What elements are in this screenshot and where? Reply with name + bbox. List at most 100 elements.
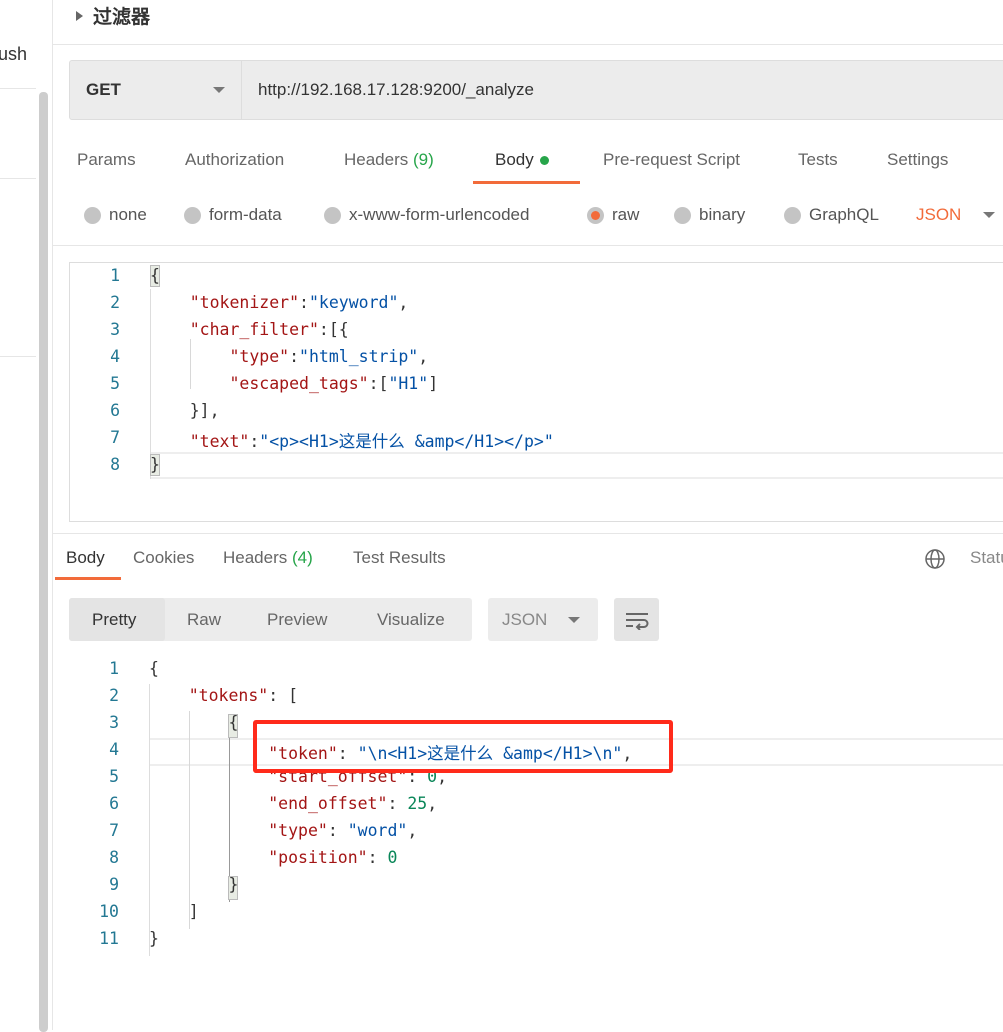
- sidebar-item[interactable]: [0, 270, 36, 357]
- tab-params[interactable]: Params: [77, 150, 136, 170]
- json-punctuation: {: [150, 266, 160, 285]
- chevron-down-icon: [213, 87, 225, 93]
- json-punctuation: }],: [150, 401, 220, 420]
- tab-response-body[interactable]: Body: [66, 548, 105, 568]
- code-line: {: [150, 266, 160, 285]
- radio-circle-icon: [674, 206, 691, 224]
- json-punctuation: [149, 686, 189, 705]
- response-format-select[interactable]: JSON: [488, 598, 598, 641]
- radio-label: none: [109, 205, 147, 224]
- request-body-editor[interactable]: 1{2 "tokenizer":"keyword", 3 "char_filter…: [69, 262, 1003, 522]
- line-number: 8: [110, 455, 120, 474]
- tab-settings[interactable]: Settings: [887, 150, 948, 170]
- json-punctuation: [149, 767, 268, 786]
- request-tabs: Params Authorization Headers (9) Body Pr…: [0, 150, 1003, 186]
- line-number: 7: [109, 821, 119, 840]
- url-input[interactable]: http://192.168.17.128:9200/_analyze: [242, 61, 534, 119]
- view-preview[interactable]: Preview: [267, 610, 327, 630]
- json-key: "text": [189, 432, 250, 451]
- radio-circle-icon: [184, 206, 201, 224]
- view-raw[interactable]: Raw: [187, 610, 221, 630]
- code-line: }: [150, 455, 160, 474]
- format-select[interactable]: JSON: [916, 205, 996, 225]
- tab-headers[interactable]: Headers (9): [344, 150, 434, 170]
- json-punctuation: ,: [407, 821, 418, 840]
- json-punctuation: :: [367, 848, 388, 867]
- code-line: "type": "word",: [149, 821, 417, 840]
- method-select[interactable]: GET: [70, 61, 242, 119]
- json-punctuation: :[: [368, 374, 389, 393]
- json-punctuation: :: [249, 432, 260, 451]
- json-punctuation: [149, 848, 268, 867]
- divider: [52, 533, 1003, 534]
- json-string: "word": [347, 821, 408, 840]
- radio-label: binary: [699, 205, 746, 224]
- json-key: "position": [268, 848, 368, 867]
- code-line: "text":"<p><H1>这是什么 &amp</H1></p>": [150, 428, 554, 452]
- divider: [52, 245, 1003, 246]
- json-punctuation: :: [299, 293, 309, 312]
- code-line: "position": 0: [149, 848, 397, 867]
- headers-count: (9): [413, 150, 434, 169]
- code-line: "end_offset": 25,: [149, 794, 437, 813]
- json-punctuation: }: [149, 929, 159, 948]
- json-punctuation: : [: [268, 686, 299, 705]
- json-string: "keyword": [308, 293, 399, 312]
- json-punctuation: [150, 374, 229, 393]
- tab-label: Body: [495, 150, 534, 169]
- body-indicator-dot-icon: [539, 156, 549, 166]
- line-number: 3: [109, 713, 119, 732]
- json-key: "type": [229, 347, 290, 366]
- tab-authorization[interactable]: Authorization: [185, 150, 284, 170]
- response-tabs: Body Cookies Headers (4) Test Results St…: [0, 548, 1003, 584]
- tab-pre-request-script[interactable]: Pre-request Script: [603, 150, 740, 170]
- radio-x-www-form-urlencoded[interactable]: x-www-form-urlencoded: [324, 205, 529, 225]
- line-number: 2: [110, 293, 120, 312]
- view-pretty[interactable]: Pretty: [92, 610, 136, 630]
- code-line: "char_filter":[{: [150, 320, 349, 339]
- section-header[interactable]: 过滤器: [76, 2, 150, 29]
- wrap-lines-button[interactable]: [614, 598, 659, 641]
- code-line: "escaped_tags":["H1"]: [150, 374, 438, 393]
- sidebar-partial-text[interactable]: ush: [0, 44, 27, 65]
- json-string: "<p><H1>这是什么 &amp</H1></p>": [259, 432, 554, 451]
- code-line: "type":"html_strip",: [150, 347, 428, 366]
- tab-cookies[interactable]: Cookies: [133, 548, 194, 568]
- json-punctuation: ]: [149, 902, 199, 921]
- json-punctuation: {: [149, 713, 239, 732]
- line-number: 6: [110, 401, 120, 420]
- json-punctuation: ,: [418, 347, 429, 366]
- request-url-bar: GET http://192.168.17.128:9200/_analyze: [69, 60, 1003, 120]
- radio-binary[interactable]: binary: [674, 205, 745, 225]
- body-type-radio-group: none form-data x-www-form-urlencoded raw…: [0, 205, 1003, 229]
- json-punctuation: ,: [427, 794, 438, 813]
- radio-form-data[interactable]: form-data: [184, 205, 282, 225]
- divider: [52, 44, 1003, 45]
- json-punctuation: [150, 320, 190, 339]
- json-key: "type": [268, 821, 328, 840]
- globe-icon[interactable]: [924, 548, 946, 570]
- tab-body[interactable]: Body: [495, 150, 549, 170]
- expand-triangle-icon[interactable]: [76, 10, 83, 21]
- view-mode-toggle: Pretty Raw Preview Visualize: [69, 598, 472, 641]
- code-line: {: [149, 659, 159, 678]
- response-body-viewer[interactable]: 1{2 "tokens": [3 {4 "token": "\n<H1>这是什么…: [69, 656, 1003, 956]
- radio-selected-icon: [587, 206, 604, 224]
- method-value: GET: [86, 80, 121, 99]
- active-tab-underline: [55, 577, 121, 580]
- radio-label: x-www-form-urlencoded: [349, 205, 530, 224]
- tab-test-results[interactable]: Test Results: [353, 548, 446, 568]
- radio-none[interactable]: none: [84, 205, 147, 225]
- json-punctuation: [150, 347, 229, 366]
- radio-graphql[interactable]: GraphQL: [784, 205, 879, 225]
- tab-response-headers[interactable]: Headers (4): [223, 548, 313, 568]
- json-punctuation: [149, 821, 268, 840]
- json-punctuation: :[{: [318, 320, 349, 339]
- json-punctuation: [149, 794, 268, 813]
- line-number: 1: [109, 659, 119, 678]
- radio-raw[interactable]: raw: [587, 205, 639, 225]
- json-punctuation: {: [149, 659, 159, 678]
- tab-tests[interactable]: Tests: [798, 150, 838, 170]
- json-punctuation: ]: [428, 374, 439, 393]
- view-visualize[interactable]: Visualize: [377, 610, 445, 630]
